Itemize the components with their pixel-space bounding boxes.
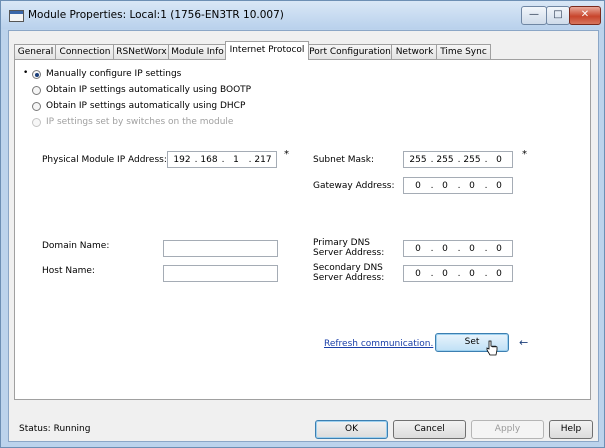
ip-octet: 0 [415, 244, 421, 254]
tab-general[interactable]: General [14, 44, 57, 59]
status-value: Running [53, 424, 91, 434]
subnet-mask-label: Subnet Mask: [313, 155, 374, 165]
primary-dns-input[interactable]: 0 . 0 . 0 . 0 [403, 240, 513, 257]
radio-bootp-label: Obtain IP settings automatically using B… [46, 85, 252, 95]
host-name-input[interactable] [163, 265, 278, 282]
pointer-arrow-icon: ← [519, 336, 529, 349]
tab-internet-protocol[interactable]: Internet Protocol [225, 41, 309, 60]
help-button[interactable]: Help [549, 420, 593, 439]
title-bar[interactable]: Module Properties: Local:1 (1756-EN3TR 1… [1, 1, 604, 29]
domain-name-input[interactable] [163, 240, 278, 257]
radio-button-disabled [32, 118, 41, 127]
primary-dns-label: Primary DNS Server Address: [313, 238, 385, 258]
secondary-dns-input[interactable]: 0 . 0 . 0 . 0 [403, 265, 513, 282]
tab-module-info[interactable]: Module Info [168, 44, 227, 59]
ip-octet: 168 [200, 155, 218, 165]
window-title: Module Properties: Local:1 (1756-EN3TR 1… [28, 9, 284, 21]
ip-octet: 0 [496, 269, 502, 279]
minimize-button[interactable]: — [521, 6, 547, 25]
tab-network[interactable]: Network [391, 44, 438, 59]
ip-octet: 0 [442, 269, 448, 279]
ip-octet: 0 [469, 244, 475, 254]
tab-port-configuration[interactable]: Port Configuration [307, 44, 393, 59]
tab-time-sync[interactable]: Time Sync [436, 44, 491, 59]
gateway-label: Gateway Address: [313, 181, 395, 191]
ip-octet: 0 [469, 181, 475, 191]
secondary-dns-label: Secondary DNS Server Address: [313, 263, 385, 283]
required-marker: * [284, 149, 289, 160]
focus-marker: • [23, 68, 29, 78]
dialog-client-area: General Connection RSNetWorx Module Info… [8, 30, 599, 442]
radio-manual-ip-label: Manually configure IP settings [46, 69, 182, 79]
mouse-cursor-icon [486, 340, 498, 356]
set-button-label: Set [464, 337, 480, 347]
internet-protocol-page: • Manually configure IP settings Obtain … [14, 59, 591, 400]
radio-dhcp-label: Obtain IP settings automatically using D… [46, 101, 246, 111]
maximize-button[interactable]: □ [546, 6, 570, 25]
ip-octet: 255 [463, 155, 481, 165]
subnet-mask-input[interactable]: 255 . 255 . 255 . 0 [403, 151, 513, 168]
ip-octet: 217 [254, 155, 272, 165]
ok-button[interactable]: OK [315, 420, 388, 439]
close-button[interactable]: ✕ [569, 6, 601, 25]
ip-octet: 0 [496, 155, 502, 165]
set-button[interactable]: Set [435, 333, 509, 356]
ip-octet: 0 [415, 269, 421, 279]
radio-button[interactable] [32, 102, 41, 111]
tab-rsnetworx[interactable]: RSNetWorx [113, 44, 170, 59]
ip-octet: 0 [442, 181, 448, 191]
ip-octet: 255 [436, 155, 454, 165]
physical-ip-input[interactable]: 192 . 168 . 1 . 217 [167, 151, 277, 168]
ip-octet: 0 [442, 244, 448, 254]
physical-ip-label: Physical Module IP Address: [42, 155, 167, 165]
domain-name-label: Domain Name: [42, 241, 110, 251]
ip-octet: 1 [233, 155, 239, 165]
status-label: Status: [19, 424, 51, 434]
host-name-label: Host Name: [42, 266, 95, 276]
gateway-input[interactable]: 0 . 0 . 0 . 0 [403, 177, 513, 194]
radio-button-selected[interactable] [32, 70, 41, 79]
ip-octet: 0 [415, 181, 421, 191]
cancel-button[interactable]: Cancel [393, 420, 466, 439]
ip-octet: 255 [409, 155, 427, 165]
status-bar: Status: Running [19, 424, 90, 434]
ip-octet: 0 [496, 244, 502, 254]
ip-octet: 192 [173, 155, 191, 165]
apply-button[interactable]: Apply [471, 420, 544, 439]
required-marker: * [522, 149, 527, 160]
ip-octet: 0 [469, 269, 475, 279]
radio-button[interactable] [32, 86, 41, 95]
ip-octet: 0 [496, 181, 502, 191]
refresh-communication-link[interactable]: Refresh communication. [324, 339, 433, 349]
module-properties-window: Module Properties: Local:1 (1756-EN3TR 1… [0, 0, 605, 448]
radio-switches-label: IP settings set by switches on the modul… [46, 117, 234, 127]
window-app-icon [9, 10, 24, 22]
tab-connection[interactable]: Connection [55, 44, 115, 59]
